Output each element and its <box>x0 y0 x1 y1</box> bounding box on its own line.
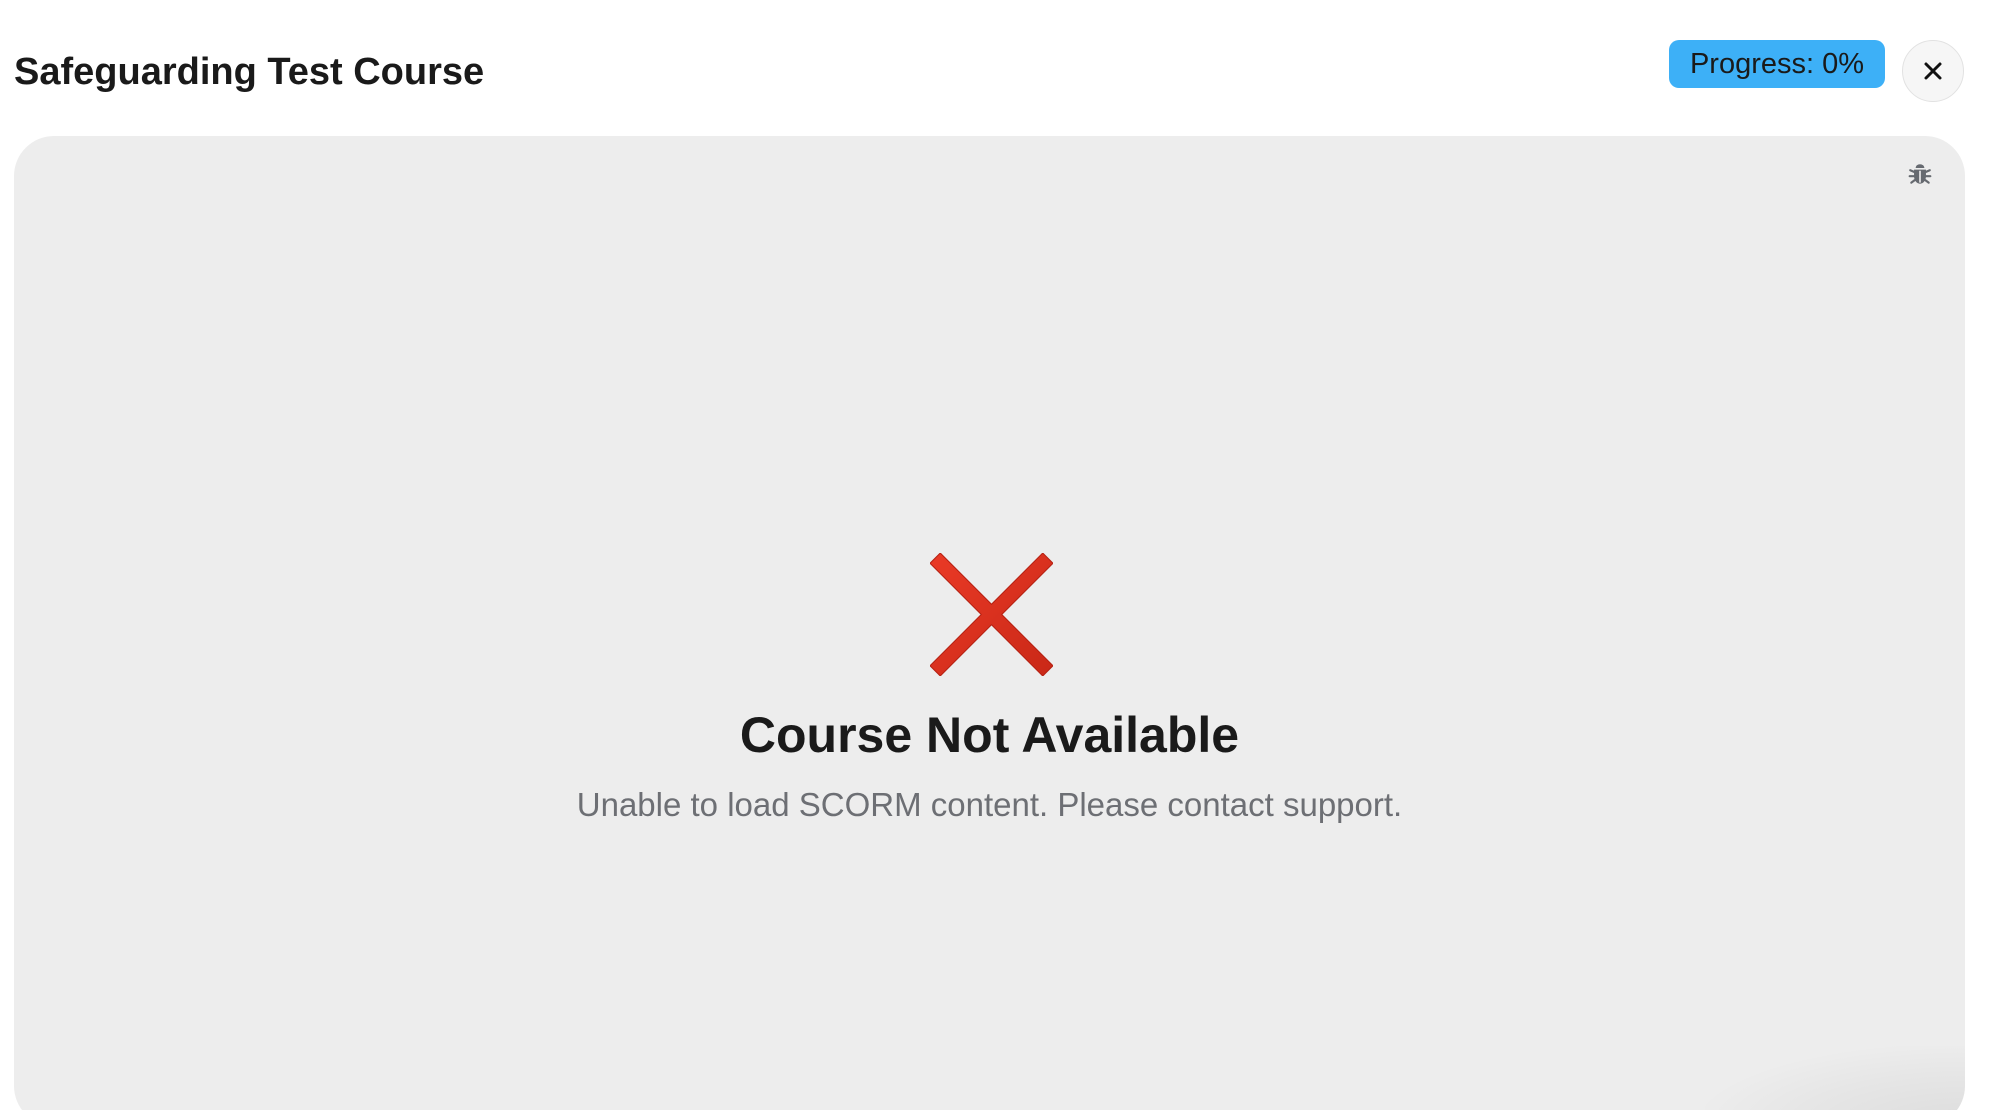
close-button[interactable] <box>1902 40 1964 102</box>
progress-badge: Progress: 0% <box>1669 40 1885 88</box>
cross-mark-icon <box>930 553 1053 676</box>
course-player-page: Safeguarding Test Course Progress: 0% Co… <box>0 0 2008 1110</box>
error-message: Unable to load SCORM content. Please con… <box>576 786 1403 823</box>
bug-icon[interactable] <box>1907 161 1933 187</box>
close-icon <box>1924 62 1942 80</box>
corner-shadow <box>1705 1046 1965 1110</box>
course-title: Safeguarding Test Course <box>14 51 485 93</box>
course-content-frame: Course Not Available Unable to load SCOR… <box>14 136 1965 1110</box>
error-title: Course Not Available <box>739 707 1240 763</box>
